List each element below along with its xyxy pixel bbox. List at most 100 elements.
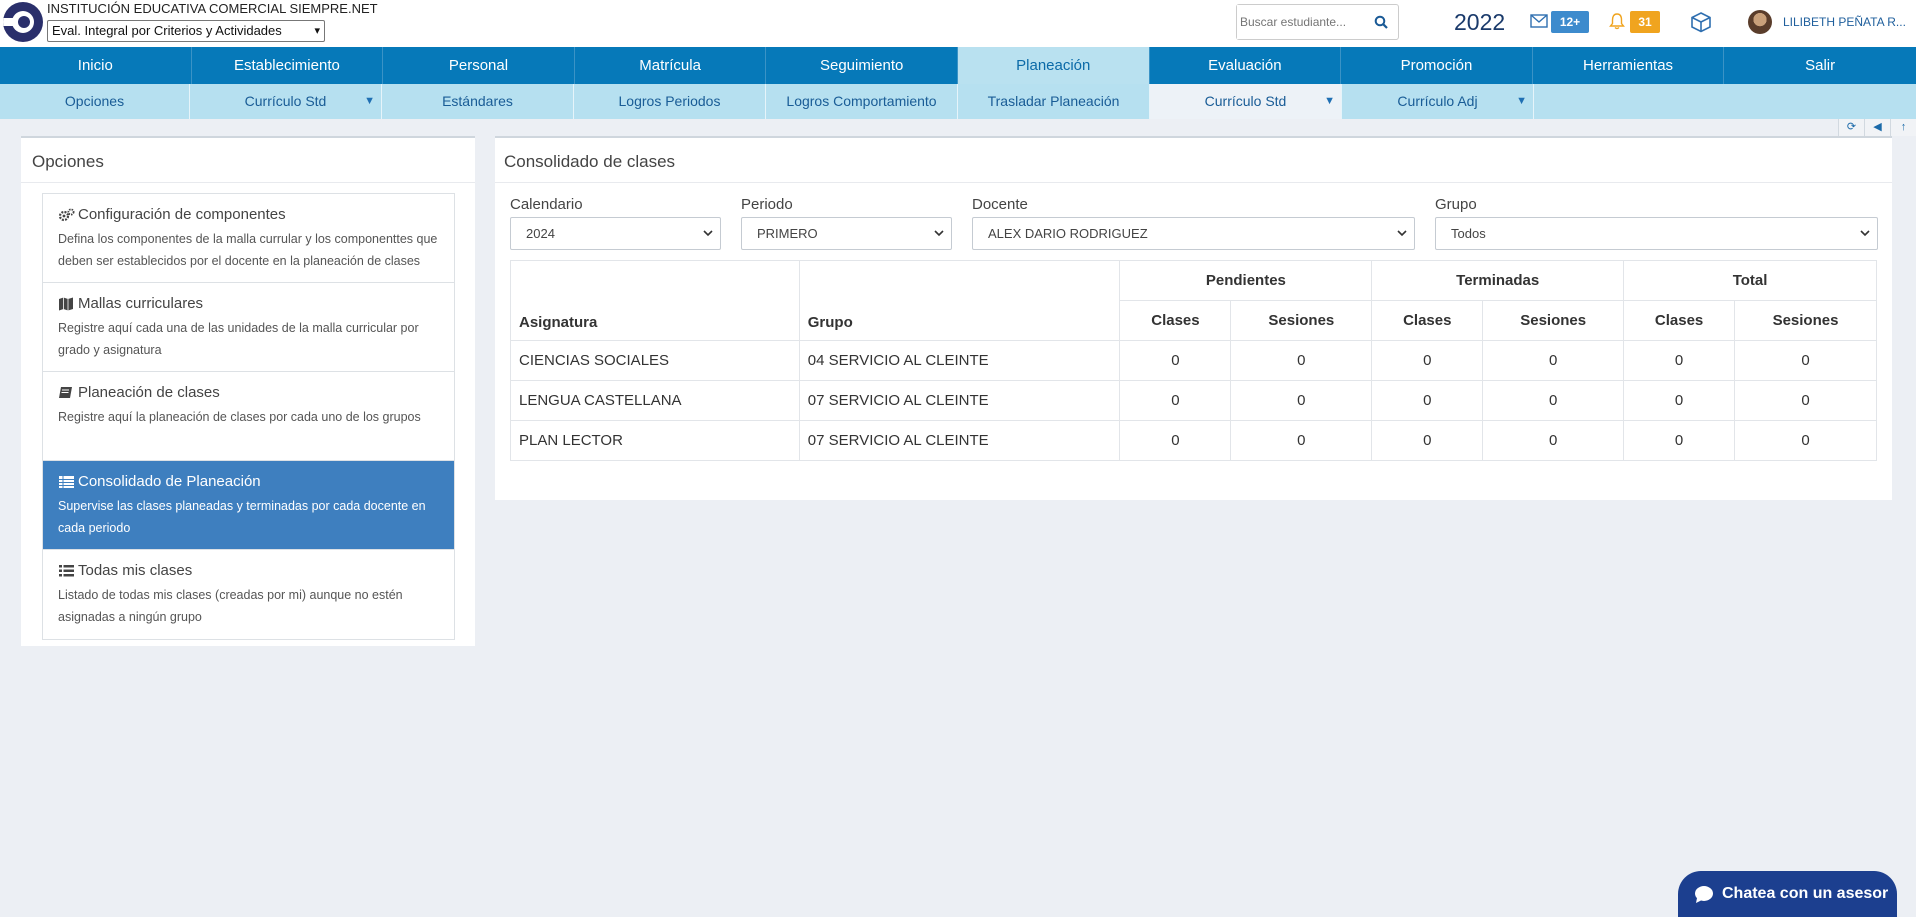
cube-icon[interactable]: [1690, 11, 1712, 33]
chat-button-label: Chatea con un asesor: [1722, 885, 1889, 902]
chevron-down-icon: ▾: [314, 25, 320, 37]
docente-select[interactable]: ALEX DARIO RODRIGUEZ: [972, 217, 1415, 250]
divider: [21, 182, 475, 183]
consolidado-panel: Consolidado de clases Calendario 2024 Pe…: [495, 136, 1892, 500]
nav-item-inicio[interactable]: Inicio: [0, 47, 192, 84]
cell-grupo: 07 SERVICIO AL CLEINTE: [798, 380, 1121, 421]
panel-tools: ⟳ ◀ ↑: [1838, 119, 1916, 136]
option-title: Mallas curriculares: [78, 295, 204, 312]
option-todas-mis-clases[interactable]: Todas mis clases Listado de todas mis cl…: [43, 550, 454, 639]
options-panel-title: Opciones: [32, 152, 104, 171]
gears-icon: [58, 208, 75, 221]
cell-asignatura: CIENCIAS SOCIALES: [510, 340, 800, 381]
nav-item-seguimiento[interactable]: Seguimiento: [766, 47, 958, 84]
cell-value: 0: [1734, 380, 1877, 421]
option-title: Configuración de componentes: [78, 206, 286, 223]
filter-label: Grupo: [1435, 196, 1477, 213]
subnav-item-curriculo-std-2[interactable]: Currículo Std ▼: [1150, 84, 1342, 119]
cell-value: 0: [1482, 380, 1625, 421]
book-icon: [59, 386, 72, 398]
select-value: PRIMERO: [757, 226, 818, 241]
column-header-asignatura[interactable]: Asignatura: [510, 260, 800, 341]
cell-value: 0: [1371, 420, 1484, 461]
consolidado-table: Asignatura Grupo Pendientes Terminadas T…: [510, 260, 1877, 461]
table-row[interactable]: LENGUA CASTELLANA 07 SERVICIO AL CLEINTE…: [510, 380, 1877, 421]
cell-asignatura: PLAN LECTOR: [510, 420, 800, 461]
option-mallas-curriculares[interactable]: Mallas curriculares Registre aquí cada u…: [43, 283, 454, 372]
student-search-input[interactable]: [1237, 5, 1362, 39]
option-consolidado-planeacion[interactable]: Consolidado de Planeación Supervise las …: [43, 461, 454, 550]
mail-icon[interactable]: [1530, 14, 1548, 28]
notifications-badge[interactable]: 31: [1630, 11, 1660, 33]
filter-label: Calendario: [510, 196, 583, 213]
subnav-item-curriculo-adj[interactable]: Currículo Adj ▼: [1342, 84, 1534, 119]
subnav-label: Currículo Std: [244, 93, 327, 109]
subnav-item-curriculo-std[interactable]: Currículo Std ▼: [190, 84, 382, 119]
table-row[interactable]: CIENCIAS SOCIALES 04 SERVICIO AL CLEINTE…: [510, 340, 1877, 381]
student-search[interactable]: [1236, 4, 1399, 40]
chat-bubble-icon: [1695, 886, 1713, 903]
column-header-clases: Clases: [1623, 300, 1736, 341]
filter-label: Docente: [972, 196, 1028, 213]
nav-item-salir[interactable]: Salir: [1724, 47, 1916, 84]
subnav-label: Estándares: [442, 93, 513, 109]
cell-value: 0: [1230, 420, 1373, 461]
dropdown-triangle-icon: ▼: [1516, 95, 1527, 107]
option-title: Planeación de clases: [78, 384, 220, 401]
subnav-item-estandares[interactable]: Estándares: [382, 84, 574, 119]
arrow-up-icon[interactable]: ↑: [1890, 119, 1916, 136]
institution-name: INSTITUCIÓN EDUCATIVA COMERCIAL SIEMPRE.…: [47, 1, 378, 16]
group-header-terminadas: Terminadas: [1371, 260, 1625, 301]
option-description: Registre aquí cada una de las unidades d…: [58, 321, 419, 357]
bell-icon[interactable]: [1608, 12, 1626, 30]
column-header-clases: Clases: [1371, 300, 1484, 341]
subnav-label: Opciones: [64, 93, 125, 109]
user-name[interactable]: LILIBETH PEÑATA R...: [1783, 15, 1906, 29]
nav-item-promocion[interactable]: Promoción: [1341, 47, 1533, 84]
cell-value: 0: [1230, 340, 1373, 381]
table-row[interactable]: PLAN LECTOR 07 SERVICIO AL CLEINTE 0 0 0…: [510, 420, 1877, 461]
subnav-label: Currículo Std: [1204, 93, 1287, 109]
evaluation-mode-select[interactable]: Eval. Integral por Criterios y Actividad…: [47, 20, 325, 42]
current-year[interactable]: 2022: [1454, 9, 1505, 36]
nav-item-planeacion[interactable]: Planeación: [957, 47, 1150, 84]
nav-item-matricula[interactable]: Matrícula: [575, 47, 767, 84]
back-icon[interactable]: ◀: [1864, 119, 1890, 136]
nav-item-evaluacion[interactable]: Evaluación: [1150, 47, 1342, 84]
option-planeacion-clases[interactable]: Planeación de clases Registre aquí la pl…: [43, 372, 454, 461]
nav-item-herramientas[interactable]: Herramientas: [1533, 47, 1725, 84]
refresh-icon[interactable]: ⟳: [1838, 119, 1864, 136]
option-configuracion-componentes[interactable]: Configuración de componentes Defina los …: [43, 194, 454, 283]
evaluation-mode-value: Eval. Integral por Criterios y Actividad…: [52, 23, 282, 38]
filter-docente: Docente ALEX DARIO RODRIGUEZ: [972, 196, 1415, 250]
select-value: 2024: [526, 226, 555, 241]
cell-asignatura: LENGUA CASTELLANA: [510, 380, 800, 421]
grupo-select[interactable]: Todos: [1435, 217, 1878, 250]
subnav-item-logros-comportamiento[interactable]: Logros Comportamiento: [766, 84, 958, 119]
nav-item-personal[interactable]: Personal: [383, 47, 575, 84]
cell-value: 0: [1119, 420, 1232, 461]
table-icon: [59, 475, 74, 488]
column-header-grupo[interactable]: Grupo: [798, 260, 1121, 341]
option-description: Supervise las clases planeadas y termina…: [58, 499, 426, 535]
user-avatar[interactable]: [1748, 10, 1772, 34]
nav-item-establecimiento[interactable]: Establecimiento: [192, 47, 384, 84]
cell-grupo: 07 SERVICIO AL CLEINTE: [798, 420, 1121, 461]
chevron-down-icon: [934, 230, 944, 237]
select-value: ALEX DARIO RODRIGUEZ: [988, 226, 1148, 241]
subnav-item-opciones[interactable]: Opciones: [0, 84, 190, 119]
chevron-down-icon: [703, 230, 713, 237]
main-nav: Inicio Establecimiento Personal Matrícul…: [0, 47, 1916, 84]
search-icon[interactable]: [1374, 15, 1388, 29]
select-value: Todos: [1451, 226, 1486, 241]
calendario-select[interactable]: 2024: [510, 217, 721, 250]
subnav-item-trasladar-planeacion[interactable]: Trasladar Planeación: [958, 84, 1150, 119]
periodo-select[interactable]: PRIMERO: [741, 217, 952, 250]
chat-advisor-button[interactable]: Chatea con un asesor: [1678, 871, 1897, 917]
dropdown-triangle-icon: ▼: [364, 95, 375, 107]
subnav-item-logros-periodos[interactable]: Logros Periodos: [574, 84, 766, 119]
subnav-label: Logros Comportamiento: [786, 93, 937, 109]
cell-value: 0: [1623, 380, 1736, 421]
messages-badge[interactable]: 12+: [1551, 11, 1589, 33]
option-description: Registre aquí la planeación de clases po…: [58, 410, 421, 424]
